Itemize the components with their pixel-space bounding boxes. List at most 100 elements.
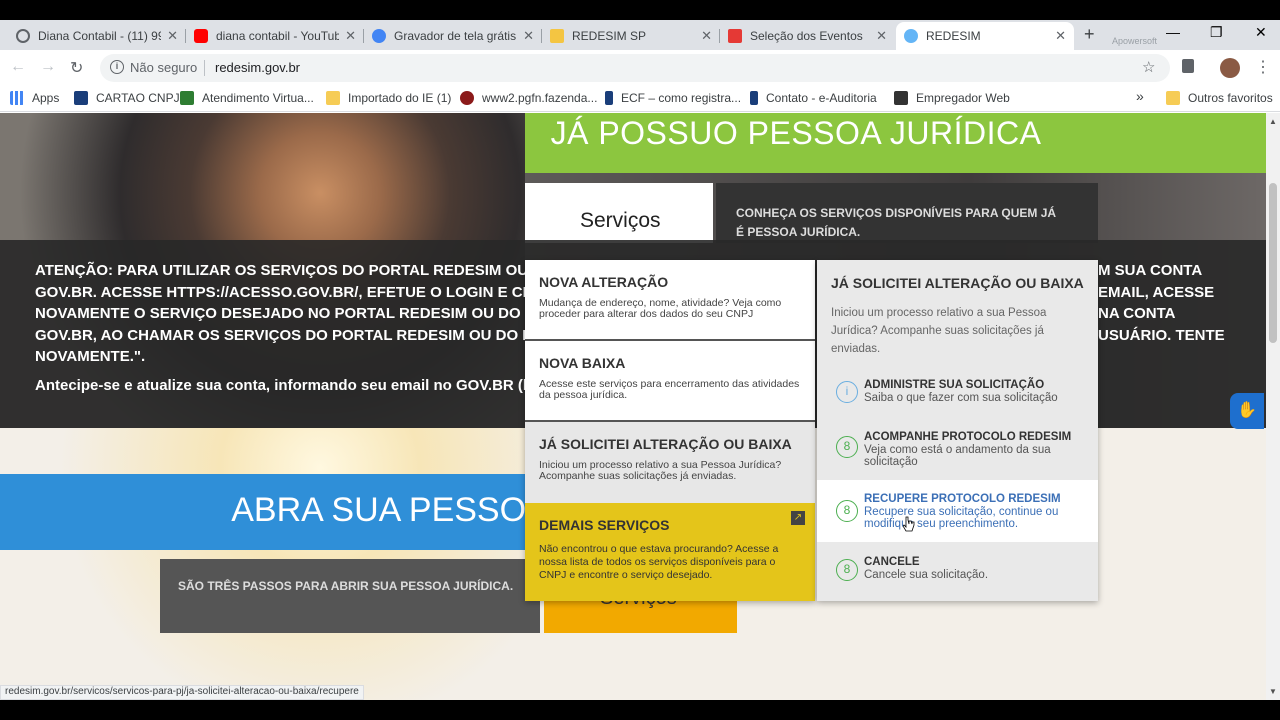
- conheca-text: CONHEÇA OS SERVIÇOS DISPONÍVEIS PARA QUE…: [736, 206, 1057, 239]
- browser-menu-icon[interactable]: ⋮: [1255, 57, 1271, 77]
- bookmark-pgfn[interactable]: www2.pgfn.fazenda...: [460, 91, 597, 105]
- submenu-cancele[interactable]: 8 CANCELE Cancele sua solicitação.: [817, 543, 1098, 605]
- e-icon: [605, 91, 613, 105]
- bottom-black-bar: [0, 700, 1280, 720]
- bookmark-apps[interactable]: Apps: [10, 91, 59, 105]
- url-text[interactable]: redesim.gov.br: [215, 60, 300, 75]
- minimize-button[interactable]: —: [1166, 24, 1180, 40]
- address-bar[interactable]: i Não seguro redesim.gov.br ☆: [100, 54, 1170, 82]
- globe-icon: [16, 29, 30, 43]
- submenu-desc: Iniciou um processo relativo a sua Pesso…: [831, 307, 1047, 355]
- servicos-tab-label: Serviços: [580, 209, 661, 232]
- scroll-up-icon[interactable]: ▲: [1269, 117, 1277, 126]
- recorder-icon: [372, 29, 386, 43]
- close-icon[interactable]: ✕: [1055, 28, 1066, 44]
- plus-cross-icon: [728, 29, 742, 43]
- antecipe-text: Antecipe-se e atualize sua conta, inform…: [35, 377, 565, 394]
- apowersoft-watermark: Apowersoft: [1112, 36, 1158, 46]
- tab-title: diana contabil - YouTube: [216, 29, 340, 43]
- address-divider: [204, 60, 205, 76]
- menu-item-title: NOVA ALTERAÇÃO: [539, 274, 669, 290]
- e-icon: [750, 91, 758, 105]
- bookmarks-overflow-icon[interactable]: »: [1136, 88, 1144, 104]
- bookmark-atendimento[interactable]: Atendimento Virtua...: [180, 91, 314, 105]
- close-icon[interactable]: ✕: [523, 28, 534, 44]
- menu-nova-baixa[interactable]: NOVA BAIXA Acesse este serviços para enc…: [525, 341, 815, 422]
- folder-icon: [1166, 91, 1180, 105]
- steps-text: SÃO TRÊS PASSOS PARA ABRIR SUA PESSOA JU…: [178, 579, 514, 593]
- tab-redesim-active[interactable]: REDESIM ✕: [896, 22, 1074, 50]
- bookmark-e-auditoria[interactable]: Contato - e-Auditoria: [750, 91, 877, 105]
- folder-icon: [550, 29, 564, 43]
- tab-title: REDESIM SP: [572, 29, 647, 43]
- submenu-title: JÁ SOLICITEI ALTERAÇÃO OU BAIXA: [831, 275, 1084, 291]
- back-arrow-icon[interactable]: ←: [10, 58, 26, 76]
- submenu-item-desc: Veja como está o andamento da sua solici…: [864, 444, 1051, 468]
- scroll-down-icon[interactable]: ▼: [1269, 687, 1277, 696]
- window-close-button[interactable]: ✕: [1255, 24, 1267, 41]
- menu-item-desc: Acesse este serviços para encerramento d…: [539, 378, 800, 401]
- bookmark-empregador-web[interactable]: Empregador Web: [894, 91, 1010, 105]
- menu-item-desc: Mudança de endereço, nome, atividade? Ve…: [539, 297, 782, 320]
- bookmark-label: Contato - e-Auditoria: [766, 91, 877, 105]
- profile-avatar[interactable]: [1220, 58, 1240, 78]
- page-scrollbar[interactable]: ▲ ▼: [1266, 113, 1280, 700]
- attention-line: NA CONTA: [1098, 305, 1176, 322]
- bookmark-label: Empregador Web: [916, 91, 1010, 105]
- menu-item-title: NOVA BAIXA: [539, 355, 626, 371]
- close-icon[interactable]: ✕: [167, 28, 178, 44]
- tab-redesim-sp[interactable]: REDESIM SP ✕: [542, 22, 720, 50]
- submenu-panel: JÁ SOLICITEI ALTERAÇÃO OU BAIXA Iniciou …: [817, 260, 1098, 601]
- tab-youtube[interactable]: diana contabil - YouTube ✕: [186, 22, 364, 50]
- diamond-icon: [904, 29, 918, 43]
- mouse-cursor-icon: [903, 516, 915, 532]
- submenu-acompanhe[interactable]: 8 ACOMPANHE PROTOCOLO REDESIM Veja como …: [817, 420, 1098, 482]
- bookmark-ecf[interactable]: ECF – como registra...: [605, 91, 741, 105]
- bookmark-label: Apps: [32, 91, 60, 105]
- page-viewport: JÁ POSSUO PESSOA JURÍDICA ABRA SUA PESSO…: [0, 113, 1266, 700]
- close-icon[interactable]: ✕: [345, 28, 356, 44]
- submenu-recupere[interactable]: 8 RECUPERE PROTOCOLO REDESIM Recupere su…: [817, 480, 1098, 542]
- tab-selecao-eventos[interactable]: Seleção dos Eventos ✕: [720, 22, 895, 50]
- bookmarks-bar: Apps CARTAO CNPJ Atendimento Virtua... I…: [0, 85, 1280, 112]
- bookmark-label: Outros favoritos: [1188, 91, 1273, 105]
- security-status[interactable]: Não seguro: [130, 60, 197, 75]
- bookmark-star-icon[interactable]: ☆: [1142, 58, 1155, 76]
- new-tab-button[interactable]: +: [1084, 24, 1095, 45]
- status-bar-url: redesim.gov.br/servicos/servicos-para-pj…: [0, 685, 364, 700]
- steps-box: [160, 559, 540, 633]
- menu-item-title: JÁ SOLICITEI ALTERAÇÃO OU BAIXA: [539, 436, 792, 452]
- folder-icon: [326, 91, 340, 105]
- attention-line: M SUA CONTA: [1098, 262, 1203, 279]
- extension-icon[interactable]: [1182, 59, 1194, 73]
- submenu-item-title: CANCELE: [864, 556, 920, 568]
- forward-arrow-icon[interactable]: →: [40, 58, 56, 76]
- bookmark-label: CARTAO CNPJ: [96, 91, 180, 105]
- hand-sign-icon[interactable]: ✋: [1230, 393, 1264, 429]
- menu-item-desc: Não encontrou o que estava procurando? A…: [539, 543, 779, 581]
- menu-item-title: DEMAIS SERVIÇOS: [539, 517, 670, 533]
- scrollbar-thumb[interactable]: [1269, 183, 1277, 343]
- close-icon[interactable]: ✕: [876, 28, 887, 44]
- info-icon[interactable]: i: [110, 60, 124, 74]
- bookmark-importado-ie[interactable]: Importado do IE (1): [326, 91, 451, 105]
- bookmark-other-favorites[interactable]: Outros favoritos: [1166, 91, 1273, 105]
- person-circle-icon: 8: [836, 559, 858, 581]
- section-title: JÁ POSSUO PESSOA JURÍDICA: [550, 115, 1042, 151]
- reload-icon[interactable]: ↻: [70, 58, 83, 78]
- tab-title: Gravador de tela grátis: [394, 29, 517, 43]
- apps-grid-icon: [10, 91, 24, 105]
- person-circle-icon: 8: [836, 436, 858, 458]
- bookmark-label: www2.pgfn.fazenda...: [482, 91, 598, 105]
- submenu-item-title: ADMINISTRE SUA SOLICITAÇÃO: [864, 379, 1045, 391]
- close-icon[interactable]: ✕: [701, 28, 712, 44]
- tab-gravador[interactable]: Gravador de tela grátis ✕: [364, 22, 542, 50]
- submenu-item-desc: Saiba o que fazer com sua solicitação: [864, 392, 1058, 404]
- menu-demais-servicos[interactable]: ↗ DEMAIS SERVIÇOS Não encontrou o que es…: [525, 503, 815, 601]
- menu-ja-solicitei[interactable]: JÁ SOLICITEI ALTERAÇÃO OU BAIXA Iniciou …: [525, 422, 815, 503]
- bookmark-cartao-cnpj[interactable]: CARTAO CNPJ: [74, 91, 180, 105]
- top-black-bar: [0, 0, 1280, 20]
- restore-button[interactable]: ❐: [1210, 24, 1223, 41]
- menu-nova-alteracao[interactable]: NOVA ALTERAÇÃO Mudança de endereço, nome…: [525, 260, 815, 341]
- tab-diana-contabil[interactable]: Diana Contabil - (11) 99 ✕: [8, 22, 186, 50]
